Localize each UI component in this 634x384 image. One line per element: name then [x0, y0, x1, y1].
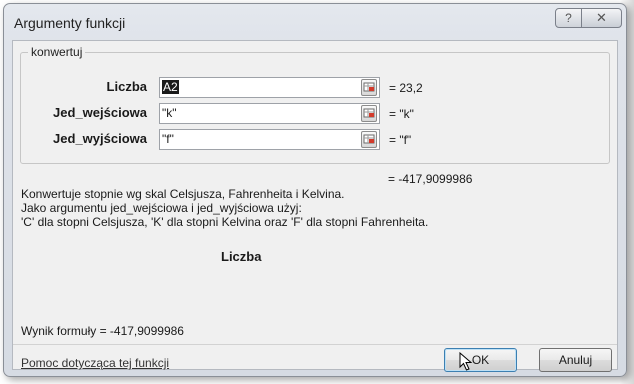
window-title: Argumenty funkcji: [14, 15, 126, 31]
arg-input-value: "k": [162, 106, 177, 120]
collapse-dialog-icon[interactable]: [361, 105, 377, 122]
arg-input-jed-wejsciowa[interactable]: "k": [159, 103, 380, 124]
formula-result: Wynik formuły = -417,9099986: [21, 324, 184, 338]
function-name: konwertuj: [28, 45, 86, 59]
close-button[interactable]: ✕: [581, 8, 622, 28]
arg-label-jed-wejsciowa: Jed_wejściowa: [53, 105, 147, 120]
help-link[interactable]: Pomoc dotycząca tej funkcji: [21, 356, 169, 370]
arg-input-value: A2: [162, 80, 179, 94]
titlebar: Argumenty funkcji ? ✕: [4, 4, 626, 38]
arg-input-liczba[interactable]: A2: [159, 77, 380, 98]
arg-result-jed-wyjsciowa: = "f": [389, 133, 412, 147]
arg-input-value: "f": [162, 132, 174, 146]
dialog-client-area: konwertuj Liczba A2 = 23,2 Jed_wejściowa: [12, 40, 618, 372]
help-button[interactable]: ?: [555, 8, 582, 28]
function-result-value: = -417,9099986: [388, 172, 473, 186]
arg-input-jed-wyjsciowa[interactable]: "f": [159, 129, 380, 150]
range-select-icon: [363, 82, 375, 92]
function-description-line2: Jako argumentu jed_wejściowa i jed_wyjśc…: [21, 201, 302, 215]
ok-button[interactable]: OK: [444, 348, 517, 372]
cancel-button[interactable]: Anuluj: [539, 348, 612, 372]
current-argument-name: Liczba: [221, 249, 262, 264]
function-description-line3: 'C' dla stopni Celsjusza, 'K' dla stopni…: [21, 215, 429, 229]
range-select-icon: [363, 134, 375, 144]
collapse-dialog-icon[interactable]: [361, 131, 377, 148]
arg-result-jed-wejsciowa: = "k": [389, 107, 414, 121]
collapse-dialog-icon[interactable]: [361, 79, 377, 96]
function-arguments-dialog: Argumenty funkcji ? ✕ konwertuj Liczba A…: [3, 3, 627, 377]
arg-label-liczba: Liczba: [106, 79, 147, 94]
arg-label-jed-wyjsciowa: Jed_wyjściowa: [53, 131, 147, 146]
footer-divider: [13, 344, 617, 345]
mouse-pointer-icon: [459, 352, 473, 371]
range-select-icon: [363, 108, 375, 118]
arg-result-liczba: = 23,2: [389, 81, 423, 95]
function-groupbox: konwertuj Liczba A2 = 23,2 Jed_wejściowa: [20, 45, 610, 164]
function-description-line1: Konwertuje stopnie wg skal Celsjusza, Fa…: [21, 187, 345, 201]
